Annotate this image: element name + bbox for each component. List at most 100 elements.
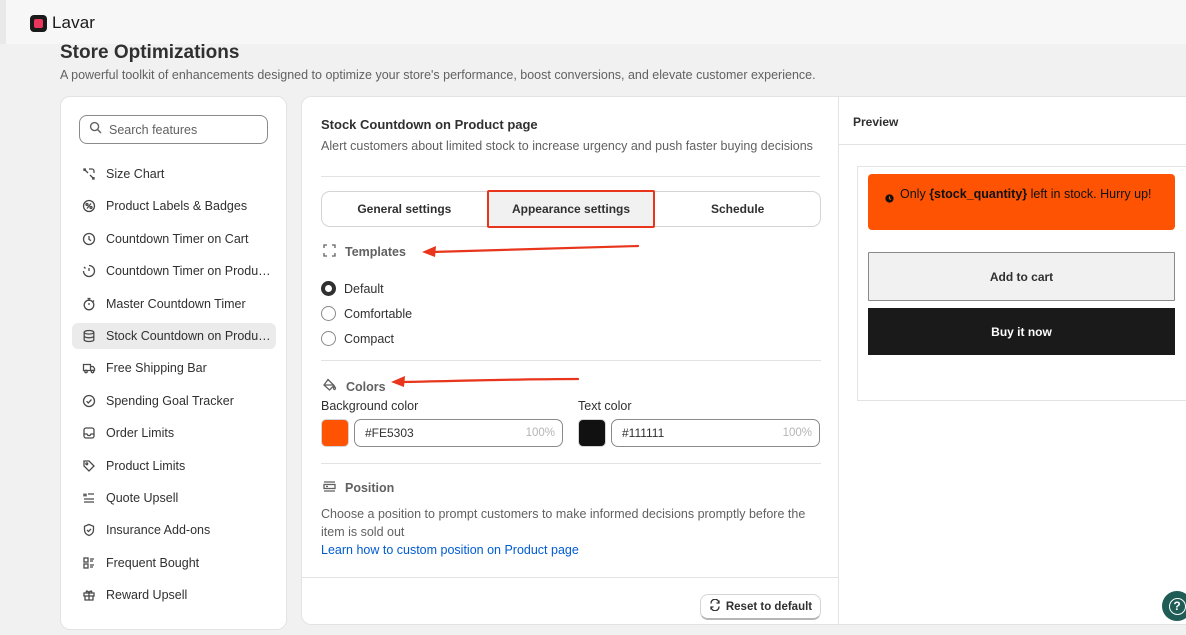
stock-message-suffix: left in stock. Hurry up! (1027, 187, 1152, 201)
shield-icon (82, 523, 96, 537)
ruler-icon (82, 167, 96, 181)
tab-general-settings[interactable]: General settings (322, 192, 487, 226)
sidebar-item-reward-upsell[interactable]: Reward Upsell (72, 582, 276, 608)
search-icon (89, 121, 102, 139)
radio-button[interactable] (321, 306, 336, 321)
reset-label: Reset to default (725, 600, 813, 613)
radio-label: Comfortable (344, 306, 413, 321)
background-color-field[interactable]: #FE5303 100% (354, 419, 563, 447)
sidebar-item-free-shipping[interactable]: Free Shipping Bar (72, 355, 276, 381)
sidebar-item-label: Insurance Add-ons (106, 523, 211, 538)
sidebar-item-size-chart[interactable]: Size Chart (72, 161, 276, 187)
buy-it-now-button[interactable]: Buy it now (868, 308, 1175, 355)
badge-icon (82, 199, 96, 213)
divider (321, 463, 821, 464)
sidebar-item-label: Spending Goal Tracker (106, 393, 234, 408)
sidebar-item-frequent-bought[interactable]: Frequent Bought (72, 550, 276, 576)
layout-icon (323, 480, 336, 496)
sidebar-item-countdown-product[interactable]: Countdown Timer on Produ… (72, 258, 276, 284)
add-to-cart-button[interactable]: Add to cart (868, 252, 1175, 301)
reset-icon (709, 598, 721, 614)
sidebar-item-label: Frequent Bought (106, 555, 200, 570)
radio-label: Compact (344, 331, 395, 346)
tag-icon (82, 459, 96, 473)
inbox-icon (82, 426, 96, 440)
page-subtitle: A powerful toolkit of enhancements desig… (60, 68, 816, 82)
annotation-arrow-colors (391, 376, 580, 387)
sidebar-item-label: Free Shipping Bar (106, 361, 207, 376)
database-icon (82, 329, 96, 343)
search-box[interactable] (79, 115, 268, 144)
timer-icon (82, 264, 96, 278)
radio-label: Default (344, 281, 384, 296)
sidebar-item-label: Product Limits (106, 458, 186, 473)
sidebar-item-product-limits[interactable]: Product Limits (72, 453, 276, 479)
background-opacity: 100% (525, 427, 555, 439)
sidebar-item-label: Size Chart (106, 167, 165, 181)
colors-heading-label: Colors (346, 379, 386, 394)
feature-panel: Stock Countdown on Product page Alert cu… (301, 96, 1186, 625)
text-opacity: 100% (782, 427, 812, 439)
position-description: Choose a position to prompt customers to… (321, 507, 806, 539)
text-color-swatch[interactable] (578, 419, 606, 447)
sidebar-item-product-labels[interactable]: Product Labels & Badges (72, 193, 276, 219)
clock-icon (82, 232, 96, 246)
templates-heading: Templates (323, 244, 406, 260)
sidebar-item-master-countdown[interactable]: Master Countdown Timer (72, 291, 276, 317)
top-bar: Lavar (0, 0, 1186, 44)
search-input[interactable] (109, 122, 259, 137)
template-options: Default Comfortable Compact (321, 276, 412, 351)
sidebar-item-label: Countdown Timer on Cart (106, 231, 249, 246)
clock-icon (885, 190, 894, 230)
sidebar-item-stock-countdown[interactable]: Stock Countdown on Produ… (72, 322, 276, 349)
divider (321, 176, 820, 177)
sidebar-item-spending-goal[interactable]: Spending Goal Tracker (72, 388, 276, 414)
app-logo-icon (30, 14, 47, 32)
annotation-arrow-templates (422, 244, 640, 257)
sidebar-item-quote-upsell[interactable]: Quote Upsell (72, 485, 276, 511)
template-option-compact[interactable]: Compact (321, 326, 412, 351)
background-color-label: Background color (321, 399, 419, 413)
sidebar-item-label: Order Limits (106, 426, 175, 441)
features-sidebar: Size Chart Product Labels & Badges Count… (60, 96, 287, 630)
stock-message: Only {stock_quantity} left in stock. Hur… (900, 185, 1152, 230)
radio-button[interactable] (321, 281, 336, 296)
tab-appearance-settings[interactable]: Appearance settings (486, 190, 656, 228)
sidebar-item-order-limits[interactable]: Order Limits (72, 420, 276, 446)
preview-title: Preview (853, 115, 899, 129)
sidebar-item-label: Stock Countdown on Produ… (106, 328, 271, 343)
help-button[interactable]: ? (1162, 591, 1186, 621)
truck-icon (82, 361, 96, 375)
text-color-field[interactable]: #111111 100% (611, 419, 820, 447)
divider (321, 360, 821, 361)
question-icon: ? (1168, 597, 1186, 615)
preview-card: Only {stock_quantity} left in stock. Hur… (857, 166, 1186, 401)
background-color-swatch[interactable] (321, 419, 349, 447)
preview-header: Preview (839, 97, 1186, 145)
position-heading: Position (323, 480, 394, 496)
learn-position-link[interactable]: Learn how to custom position on Product … (321, 543, 579, 557)
paint-bucket-icon (323, 378, 337, 395)
gift-icon (82, 588, 96, 602)
sidebar-item-label: Product Labels & Badges (106, 199, 248, 214)
sidebar-item-countdown-cart[interactable]: Countdown Timer on Cart (72, 226, 276, 252)
stock-message-prefix: Only (900, 187, 930, 201)
position-heading-label: Position (345, 481, 395, 495)
reset-to-default-button[interactable]: Reset to default (700, 594, 821, 620)
sidebar-item-insurance[interactable]: Insurance Add-ons (72, 517, 276, 543)
template-option-default[interactable]: Default (321, 276, 412, 301)
stopwatch-icon (82, 297, 96, 311)
feature-list: Size Chart Product Labels & Badges Count… (72, 161, 276, 614)
text-color-value: #111111 (622, 426, 665, 440)
frame-icon (323, 244, 336, 260)
brand[interactable]: Lavar (30, 13, 95, 33)
template-option-comfortable[interactable]: Comfortable (321, 301, 412, 326)
page-title: Store Optimizations (60, 42, 240, 63)
settings-tabs: General settings Appearance settings Sch… (321, 190, 821, 228)
feature-title: Stock Countdown on Product page (321, 117, 538, 132)
radio-button[interactable] (321, 331, 336, 346)
app-name: Lavar (52, 13, 96, 32)
tab-schedule[interactable]: Schedule (655, 192, 820, 226)
sidebar-item-label: Countdown Timer on Produ… (106, 264, 271, 279)
background-color-value: #FE5303 (365, 426, 414, 440)
